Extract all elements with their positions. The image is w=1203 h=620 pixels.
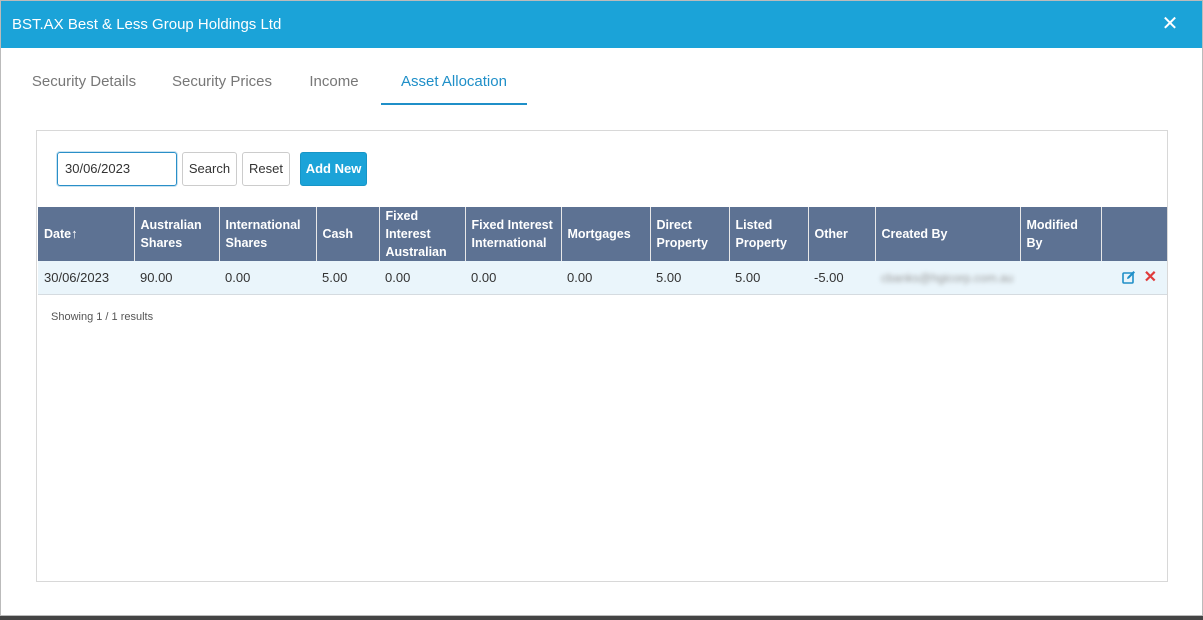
close-icon[interactable]: ✕ [1160,14,1180,34]
column-header-label: Shares [225,236,268,250]
column-header-cash: Cash [316,207,380,261]
sort-arrow-up-icon[interactable]: ↑ [71,226,78,241]
column-header-mortgages: Mortgages [561,207,651,261]
tab-asset-allocation[interactable]: Asset Allocation [381,59,527,105]
search-button[interactable]: Search [182,152,237,186]
column-header-australian-shares: Australian Shares [134,207,220,261]
asset-allocation-panel: 30/06/2023 Search Reset Add New Date↑ Au… [36,130,1168,582]
column-header-label: Fixed Interest [385,209,431,241]
cell-cash: 5.00 [322,269,348,285]
cell-actions: ✕ [1101,261,1167,294]
cell-mortgages: 0.00 [567,269,593,285]
asset-allocation-table: Date↑ Australian Shares International Shar… [38,207,1167,295]
cell-international-shares: 0.00 [225,269,251,285]
column-header-label: Other [814,227,848,241]
results-count: Showing 1 / 1 results [51,311,154,323]
table-header-row: Date↑ Australian Shares International Shar… [38,207,1167,261]
cell-date: 30/06/2023 [44,269,110,285]
column-header-international-shares: International Shares [219,207,317,261]
date-input[interactable]: 30/06/2023 [57,152,177,186]
column-header-label: Cash [322,227,354,241]
cell-created-by: cbanks@hgicorp.com.au [875,261,1020,294]
cell-other: -5.00 [814,269,844,285]
column-header-created-by: Created By [875,207,1021,261]
cell-modified-by [1020,261,1101,294]
table-row: 30/06/2023 90.00 0.00 5.00 0.00 0.00 0.0… [38,261,1167,294]
column-header-fixed-interest-international: Fixed Interest International [465,207,562,261]
column-header-modified-by: Modified By [1020,207,1102,261]
column-header-date[interactable]: Date↑ [38,207,135,261]
add-new-button[interactable]: Add New [300,152,367,186]
edit-icon[interactable] [1121,270,1136,285]
column-header-listed-property: Listed Property [729,207,809,261]
column-header-label: Mortgages [567,227,631,241]
delete-icon[interactable]: ✕ [1144,267,1157,287]
tab-security-prices[interactable]: Security Prices [157,59,287,105]
tab-income[interactable]: Income [294,59,374,105]
column-header-label: Australian [385,245,447,259]
cell-fixed-interest-australian: 0.00 [385,269,411,285]
reset-button[interactable]: Reset [242,152,290,186]
cell-direct-property: 5.00 [656,269,682,285]
column-header-label: Listed [735,218,773,232]
cell-listed-property: 5.00 [735,269,761,285]
column-header-label: Shares [140,236,183,250]
column-header-label: International [471,236,547,250]
column-header-label: Fixed Interest [471,218,553,232]
cell-australian-shares: 90.00 [140,269,173,285]
dialog-header: BST.AX Best & Less Group Holdings Ltd ✕ [1,1,1202,48]
created-by-email: cbanks@hgicorp.com.au [881,270,1014,285]
column-header-actions [1101,207,1167,261]
tab-security-details[interactable]: Security Details [11,59,157,105]
column-header-label: Property [735,236,787,250]
column-header-label: Date [44,227,72,241]
column-header-label: Modified By [1026,218,1078,250]
dialog-title: BST.AX Best & Less Group Holdings Ltd [12,16,282,33]
column-header-label: Australian [140,218,202,232]
column-header-direct-property: Direct Property [650,207,730,261]
column-header-label: International [225,218,301,232]
column-header-label: Property [656,236,708,250]
asset-allocation-dialog: BST.AX Best & Less Group Holdings Ltd ✕ … [0,0,1203,616]
column-header-label: Direct [656,218,692,232]
column-header-other: Other [808,207,876,261]
cell-fixed-interest-international: 0.00 [471,269,497,285]
column-header-fixed-interest-australian: Fixed Interest Australian [379,207,466,261]
column-header-label: Created By [881,227,948,241]
backdrop-edge [0,616,1203,620]
